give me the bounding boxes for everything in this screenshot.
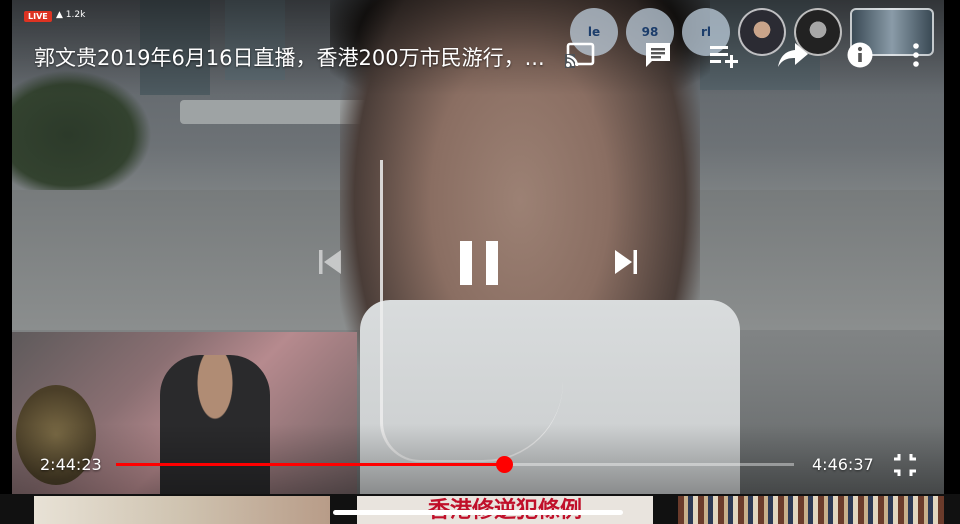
share-icon bbox=[778, 43, 808, 67]
viewer-count: ▲ 1.2k bbox=[56, 10, 86, 20]
home-indicator[interactable] bbox=[333, 510, 623, 515]
info-icon bbox=[847, 42, 873, 68]
pause-icon bbox=[460, 241, 498, 285]
live-badge: LIVE bbox=[24, 11, 52, 22]
viewer-icon: ▲ bbox=[56, 10, 63, 20]
seek-bar[interactable] bbox=[116, 456, 794, 473]
cast-button[interactable] bbox=[563, 38, 597, 72]
video-player[interactable]: LIVE ▲ 1.2k 郭文贵2019年6月16日直播，香港200万市民游行，.… bbox=[0, 0, 960, 524]
fullscreen-exit-icon bbox=[894, 454, 916, 476]
skip-previous-icon bbox=[319, 250, 341, 274]
earphone-wire bbox=[380, 160, 563, 462]
related-video-thumbnail[interactable] bbox=[678, 496, 944, 524]
skip-next-icon bbox=[615, 250, 637, 274]
live-chat-button[interactable] bbox=[641, 38, 675, 72]
previous-button[interactable] bbox=[312, 244, 348, 280]
video-title[interactable]: 郭文贵2019年6月16日直播，香港200万市民游行，... bbox=[34, 42, 554, 72]
add-to-playlist-button[interactable] bbox=[707, 38, 741, 72]
total-duration: 4:46:37 bbox=[812, 455, 874, 474]
exit-fullscreen-button[interactable] bbox=[888, 448, 922, 482]
share-button[interactable] bbox=[776, 38, 810, 72]
more-options-button[interactable] bbox=[899, 38, 933, 72]
chat-icon bbox=[646, 43, 670, 67]
info-button[interactable] bbox=[843, 38, 877, 72]
seek-bar-scrubber[interactable] bbox=[495, 456, 513, 473]
pause-button[interactable] bbox=[450, 234, 508, 292]
related-video-thumbnail[interactable] bbox=[34, 496, 330, 524]
more-vert-icon bbox=[913, 43, 919, 67]
cast-icon bbox=[565, 42, 595, 68]
next-button[interactable] bbox=[608, 244, 644, 280]
seek-bar-played bbox=[116, 463, 504, 466]
playlist-add-icon bbox=[710, 46, 738, 68]
elapsed-time: 2:44:23 bbox=[40, 455, 102, 474]
